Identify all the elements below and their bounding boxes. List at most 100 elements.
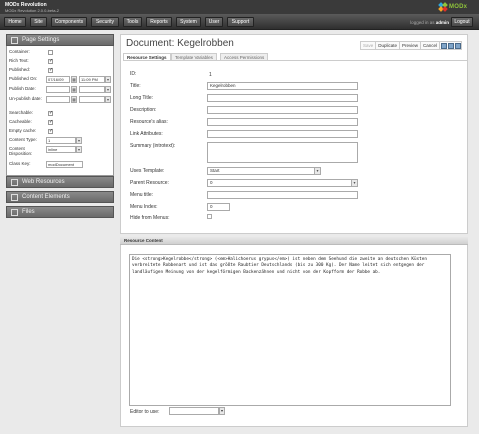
nav-site[interactable]: Site (30, 17, 47, 27)
page-title: Document: Kegelrobben (126, 38, 234, 49)
title-label: Title: (130, 83, 141, 89)
folder-icon (11, 209, 18, 216)
publish-date-input[interactable] (46, 86, 70, 93)
field-container: Container: (9, 49, 113, 58)
nav-security[interactable]: Security (91, 17, 119, 27)
summary-label: Summary (introtext): (130, 143, 176, 149)
hide-menu-label: Hide from Menus: (130, 215, 170, 221)
class-key-input[interactable]: modDocument (46, 161, 83, 168)
unpublish-date-label: Un-publish date: (9, 96, 42, 101)
hide-menu-checkbox[interactable] (207, 214, 212, 219)
settings-icon (11, 37, 18, 44)
logout-button[interactable]: Logout (451, 17, 473, 27)
parent-select[interactable]: 0 ▾ (207, 179, 358, 187)
files-header[interactable]: Files (6, 206, 114, 218)
summary-textarea[interactable] (207, 142, 358, 163)
nav-components[interactable]: Components (51, 17, 87, 27)
publish-date-label: Publish Date: (9, 86, 36, 91)
editor-label: Editor to use: (130, 409, 160, 415)
chevron-down-icon[interactable]: ▾ (314, 168, 320, 174)
field-published: Published: (9, 67, 113, 76)
calendar-icon[interactable]: ▦ (71, 96, 77, 103)
template-value: Start (210, 168, 220, 173)
web-resources-header[interactable]: Web Resources (6, 176, 114, 188)
chevron-down-icon[interactable]: ▾ (76, 137, 82, 144)
alias-input[interactable] (207, 118, 358, 126)
calendar-icon[interactable]: ▦ (71, 86, 77, 93)
link-attributes-input[interactable] (207, 130, 358, 138)
files-title: Files (22, 209, 35, 215)
toggle-icon[interactable] (448, 43, 455, 49)
content-disposition-label: Content Disposition: (9, 146, 33, 156)
content-type-select[interactable]: 1 (46, 137, 76, 144)
container-checkbox[interactable] (48, 50, 53, 55)
content-editor[interactable]: Die <strong>Kegelrobbe</strong> (<em>Hal… (129, 254, 451, 406)
menu-index-label: Menu Index: (130, 204, 158, 210)
page-settings-header[interactable]: Page Settings (6, 34, 114, 46)
duplicate-button[interactable]: Duplicate (376, 42, 401, 49)
cacheable-label: Cacheable: (9, 119, 32, 124)
cancel-button[interactable]: Cancel (421, 42, 441, 49)
long-title-input[interactable] (207, 94, 358, 102)
tree-icon (11, 194, 18, 201)
richtext-checkbox[interactable] (48, 58, 53, 64)
menu-index-input[interactable]: 0 (207, 203, 230, 211)
nav-support[interactable]: Support (227, 17, 254, 27)
id-label: ID: (130, 71, 137, 77)
template-select[interactable]: Start ▾ (207, 167, 321, 175)
long-title-label: Long Title: (130, 95, 154, 101)
id-value: 1 (209, 72, 212, 78)
logo-text: MODx (449, 4, 468, 10)
published-on-date-input[interactable]: 07/16/09 (46, 76, 70, 83)
published-on-time-input[interactable]: 11:09 PM (79, 76, 105, 83)
top-bar: MODx Revolution MODx Revolution 2.0.0-be… (0, 0, 479, 14)
publish-time-input[interactable] (79, 86, 105, 93)
empty-cache-checkbox[interactable] (48, 128, 53, 134)
searchable-checkbox[interactable] (48, 110, 53, 116)
field-published-on: Published On: 07/16/09 ▦ 11:09 PM ▾ (9, 76, 113, 85)
richtext-label: Rich Text: (9, 58, 29, 63)
left-panel: Page Settings Container: Rich Text: Publ… (6, 34, 114, 219)
action-bar: Save Duplicate Preview Cancel (360, 41, 463, 50)
current-user[interactable]: admin (436, 20, 449, 25)
preview-button[interactable]: Preview (400, 42, 422, 49)
calendar-icon[interactable]: ▦ (71, 76, 77, 83)
menu-title-label: Menu title: (130, 192, 154, 198)
nav-user[interactable]: User (205, 17, 223, 27)
published-checkbox[interactable] (48, 67, 53, 73)
nav-system[interactable]: System (176, 17, 201, 27)
nav-home[interactable]: Home (4, 17, 26, 27)
page-settings-body: Container: Rich Text: Published: Publish… (6, 46, 114, 176)
chevron-down-icon[interactable]: ▾ (76, 146, 82, 153)
cacheable-checkbox[interactable] (48, 119, 53, 125)
nav-tools[interactable]: Tools (123, 17, 142, 27)
unpublish-time-input[interactable] (79, 96, 105, 103)
save-button[interactable]: Save (361, 42, 377, 49)
chevron-down-icon[interactable]: ▾ (105, 86, 111, 93)
logged-in-label: logged in as (410, 20, 435, 25)
alias-label: Resource's alias: (130, 119, 168, 125)
title-input[interactable]: Kegelrobben (207, 82, 358, 90)
unpublish-date-input[interactable] (46, 96, 70, 103)
chevron-down-icon[interactable]: ▾ (105, 76, 111, 83)
published-on-label: Published On: (9, 76, 38, 81)
nav-reports[interactable]: Reports (146, 17, 172, 27)
field-publish-date: Publish Date: ▦ ▾ (9, 86, 113, 95)
tree-icon (11, 179, 18, 186)
chevron-down-icon[interactable]: ▾ (105, 96, 111, 103)
close-icon[interactable] (455, 43, 462, 49)
modx-logo: MODx (438, 2, 471, 12)
description-input[interactable] (207, 106, 358, 114)
main-nav: Home Site Components Security Tools Repo… (0, 14, 479, 30)
parent-label: Parent Resource: (130, 180, 169, 186)
menu-title-input[interactable] (207, 191, 358, 199)
chevron-down-icon[interactable]: ▾ (351, 180, 357, 186)
chevron-down-icon[interactable]: ▾ (219, 407, 225, 415)
field-content-disposition: Content Disposition: inline ▾ (9, 146, 113, 158)
published-label: Published: (9, 67, 31, 72)
app-version: MODx Revolution 2.0.0-beta-2 (5, 8, 60, 13)
editor-select[interactable] (169, 407, 219, 415)
content-elements-header[interactable]: Content Elements (6, 191, 114, 203)
content-disposition-select[interactable]: inline (46, 146, 76, 153)
help-icon[interactable] (441, 43, 448, 49)
